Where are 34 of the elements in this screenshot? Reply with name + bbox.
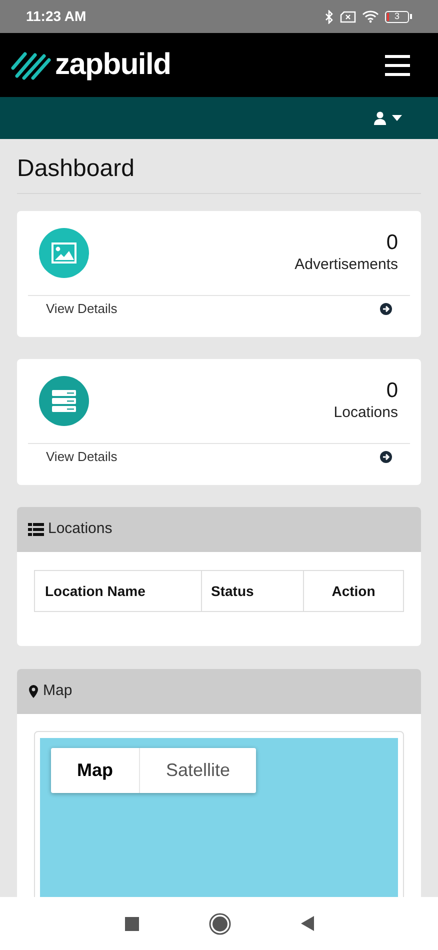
map-pin-icon [29, 685, 38, 698]
sim-icon [340, 10, 356, 22]
brand-logo-text: zapbuild [55, 50, 171, 80]
server-icon [39, 376, 89, 426]
view-details-link[interactable]: View Details [46, 299, 118, 319]
panel-title: Map [43, 681, 72, 702]
image-icon [39, 228, 89, 278]
arrow-right-icon[interactable] [380, 451, 392, 463]
column-header: Status [201, 571, 303, 611]
battery-level: 3 [394, 12, 400, 21]
stat-count: 0 [386, 231, 398, 255]
recent-apps-icon[interactable] [124, 916, 138, 930]
arrow-right-icon[interactable] [380, 303, 392, 315]
stat-count: 0 [386, 379, 398, 403]
user-icon [373, 111, 387, 125]
stat-label: Locations [334, 403, 398, 423]
status-time: 11:23 AM [26, 7, 86, 26]
caret-icon [392, 115, 402, 121]
stat-label: Advertisements [294, 255, 398, 275]
user-menu-button[interactable] [373, 111, 402, 125]
panel-title: Locations [48, 519, 112, 540]
map-type-tab[interactable]: Satellite [139, 748, 256, 793]
wifi-icon [362, 10, 379, 23]
page-title: Dashboard [17, 154, 136, 184]
column-header: Action [303, 571, 403, 611]
menu-icon[interactable] [385, 54, 410, 76]
home-icon[interactable] [208, 912, 230, 934]
bluetooth-icon [324, 10, 334, 24]
column-header: Location Name [44, 582, 146, 600]
view-details-link[interactable]: View Details [46, 447, 118, 467]
back-icon[interactable] [300, 916, 314, 931]
logo-icon [11, 50, 51, 80]
list-icon [28, 523, 44, 536]
map-type-tab[interactable]: Map [51, 748, 139, 793]
